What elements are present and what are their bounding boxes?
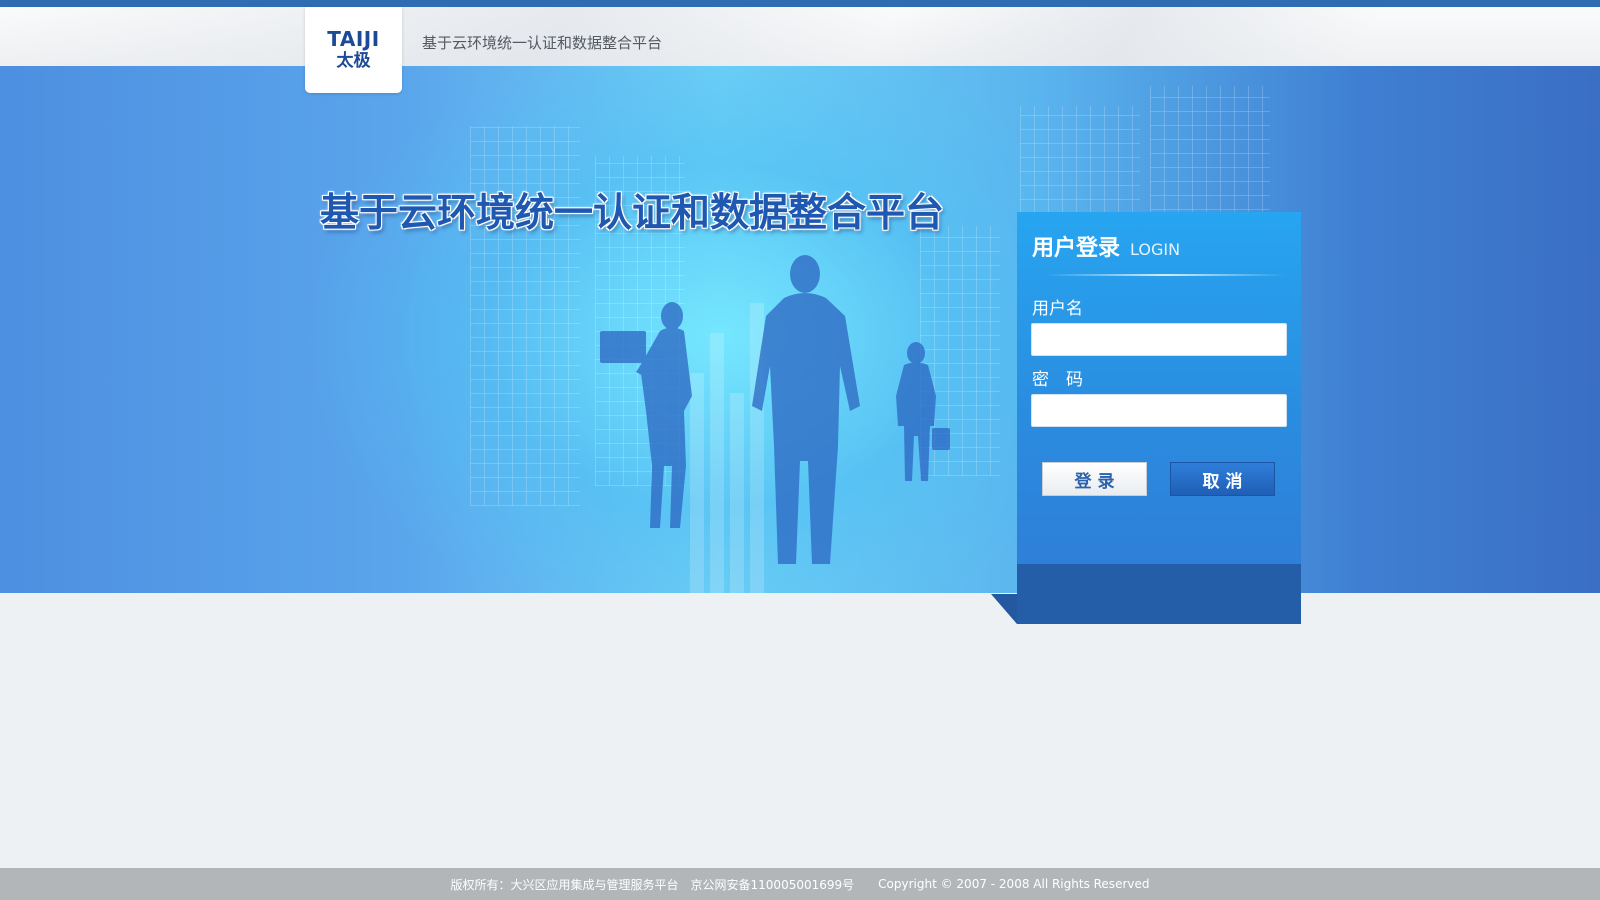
username-input[interactable] [1031,323,1287,356]
login-heading-en: LOGIN [1130,240,1181,259]
login-divider [1045,274,1285,276]
username-label: 用户名 [1032,299,1083,319]
header-title: 基于云环境统一认证和数据整合平台 [422,34,663,52]
business-people-silhouettes [600,255,950,564]
password-label: 密 码 [1032,370,1083,390]
top-accent-bar [0,0,1600,7]
footer-copyright: Copyright © 2007 - 2008 All Rights Reser… [878,877,1150,891]
logo-en-text: TAIJI [327,27,380,51]
header: 基于云环境统一认证和数据整合平台 [0,7,1600,66]
login-panel-footer [1017,564,1301,624]
logo-cn-text: 太极 [336,51,371,71]
login-heading-cn: 用户登录 [1032,236,1121,261]
hero-banner: 基于云环境统一认证和数据整合平台 [0,66,1600,593]
password-input[interactable] [1031,394,1287,427]
footer: 版权所有：大兴区应用集成与管理服务平台 京公网安备110005001699号 C… [0,868,1600,900]
login-heading: 用户登录 LOGIN [1032,230,1180,262]
cancel-button[interactable]: 取消 [1170,462,1275,496]
hero-title: 基于云环境统一认证和数据整合平台 [320,191,945,236]
login-button[interactable]: 登录 [1042,462,1147,496]
footer-icp: 京公网安备110005001699号 [690,877,855,892]
footer-rights: 版权所有：大兴区应用集成与管理服务平台 [450,877,679,892]
logo[interactable]: TAIJI 太极 [305,7,402,93]
login-panel-notch [991,594,1017,624]
login-panel: 用户登录 LOGIN 用户名 密 码 登录 取消 [1017,212,1301,564]
